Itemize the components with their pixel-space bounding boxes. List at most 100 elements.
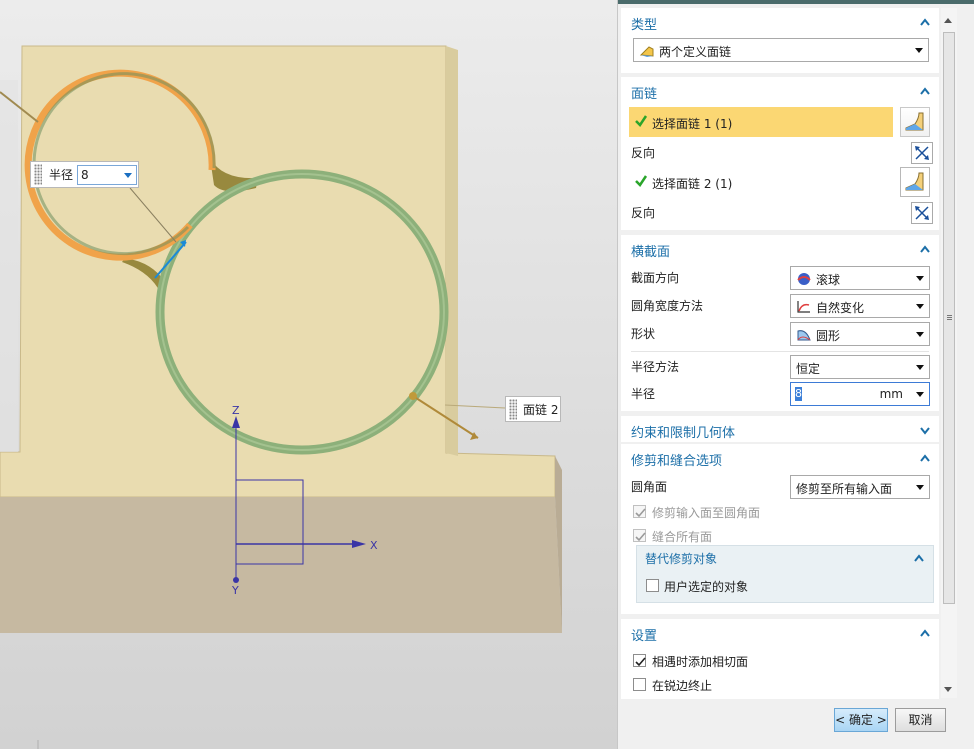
alternate-trim-title: 替代修剪对象: [645, 552, 718, 566]
face-blend-dialog: 类型 两个定义面链 面链 选择面链 1 (1) 反向 选择面链 2 (1) 反向…: [617, 0, 974, 749]
face-select-button-1[interactable]: [900, 107, 930, 137]
alternate-trim-subgroup: 替代修剪对象 用户选定的对象: [636, 545, 934, 603]
width-method-value: 自然变化: [816, 301, 865, 315]
radius-method-value: 恒定: [796, 362, 821, 376]
reverse-direction-icon: [915, 146, 929, 160]
check-icon: [634, 174, 648, 188]
fillet-face-label: 圆角面: [631, 480, 668, 494]
settings-group-header[interactable]: 设置: [621, 619, 939, 645]
reverse-1-label: 反向: [631, 146, 656, 160]
chevron-down-icon[interactable]: [916, 304, 924, 309]
collapse-chevron-icon[interactable]: [920, 453, 930, 463]
trim-sew-group: 修剪和缝合选项 圆角面 修剪至所有输入面 修剪输入面至圆角面 缝合所有面 替代修…: [621, 444, 939, 614]
collapse-chevron-icon[interactable]: [920, 17, 930, 27]
radius-method-dropdown[interactable]: 恒定: [790, 355, 930, 379]
type-group-header[interactable]: 类型: [621, 8, 939, 34]
trim-input-checkbox[interactable]: [633, 505, 646, 518]
chevron-down-icon[interactable]: [916, 392, 924, 397]
two-chain-blend-icon: [639, 43, 655, 58]
collapse-chevron-icon[interactable]: [920, 244, 930, 254]
scroll-thumb[interactable]: [943, 32, 955, 604]
fillet-face-dropdown[interactable]: 修剪至所有输入面: [790, 475, 930, 499]
section-direction-dropdown[interactable]: 滚球: [790, 266, 930, 290]
face-chain-group-header[interactable]: 面链: [621, 77, 939, 103]
scroll-up-icon[interactable]: [944, 18, 952, 23]
radius-input-value: 8: [795, 387, 802, 401]
radius-input[interactable]: 8 mm: [790, 382, 930, 406]
face-select-icon: [905, 172, 924, 191]
type-dropdown[interactable]: 两个定义面链: [633, 38, 929, 62]
trim-sew-group-title: 修剪和缝合选项: [631, 454, 723, 469]
graphics-viewport[interactable]: Z X Y 半径 8 面链 2: [0, 0, 617, 749]
chevron-down-icon[interactable]: [916, 332, 924, 337]
reverse-direction-button-2[interactable]: [911, 202, 933, 224]
radius-label: 半径: [631, 387, 656, 401]
dialog-scrollbar[interactable]: [941, 8, 957, 698]
shape-label: 形状: [631, 327, 656, 341]
face-chain-group-title: 面链: [631, 87, 658, 102]
stop-sharp-checkbox[interactable]: [633, 678, 646, 691]
trim-sew-group-header[interactable]: 修剪和缝合选项: [621, 444, 939, 470]
radius-unit: mm: [879, 387, 903, 401]
width-method-dropdown[interactable]: 自然变化: [790, 294, 930, 318]
collapse-chevron-icon[interactable]: [914, 553, 924, 563]
section-direction-label: 截面方向: [631, 271, 680, 285]
part-model[interactable]: Z X Y: [0, 0, 617, 749]
type-group: 类型 两个定义面链: [621, 8, 939, 73]
collapse-chevron-icon[interactable]: [920, 86, 930, 96]
radius-callout-input[interactable]: 8: [77, 164, 138, 185]
select-chain-1-row[interactable]: 选择面链 1 (1): [629, 107, 893, 137]
chain-2-callout-label: 面链 2: [523, 402, 559, 417]
type-group-title: 类型: [631, 18, 658, 33]
constraint-group: 约束和限制几何体: [621, 416, 939, 442]
add-tangent-label: 相遇时添加相切面: [652, 655, 749, 669]
chevron-down-icon[interactable]: [916, 485, 924, 490]
select-chain-2-row[interactable]: 选择面链 2 (1): [629, 167, 893, 197]
select-chain-1-label: 选择面链 1 (1): [652, 117, 733, 131]
section-direction-value: 滚球: [816, 273, 841, 287]
add-tangent-checkbox[interactable]: [633, 654, 646, 667]
scroll-down-icon[interactable]: [944, 687, 952, 692]
sew-all-checkbox[interactable]: [633, 529, 646, 542]
z-axis-label: Z: [232, 404, 240, 417]
drag-grip-icon[interactable]: [34, 164, 42, 185]
cross-section-group-title: 横截面: [631, 245, 671, 260]
user-selected-checkbox[interactable]: [646, 579, 659, 592]
dialog-footer: < 确定 > 取消: [618, 700, 974, 749]
stop-sharp-label: 在锐边终止: [652, 679, 713, 693]
select-chain-2-label: 选择面链 2 (1): [652, 177, 733, 191]
ok-button[interactable]: < 确定 >: [834, 708, 888, 732]
cross-section-group-header[interactable]: 横截面: [621, 235, 939, 261]
section-divider: [631, 351, 929, 352]
chevron-down-icon[interactable]: [916, 276, 924, 281]
user-selected-label: 用户选定的对象: [664, 580, 749, 594]
dropdown-arrow-icon[interactable]: [124, 172, 133, 178]
face-chain-group: 面链 选择面链 1 (1) 反向 选择面链 2 (1) 反向: [621, 77, 939, 230]
constraint-group-header[interactable]: 约束和限制几何体: [621, 416, 939, 442]
shape-dropdown[interactable]: 圆形: [790, 322, 930, 346]
rolling-ball-icon: [796, 271, 812, 286]
reverse-direction-button-1[interactable]: [911, 142, 933, 164]
check-icon: [634, 114, 648, 128]
settings-group: 设置 相遇时添加相切面 在锐边终止: [621, 619, 939, 699]
expand-chevron-icon[interactable]: [920, 425, 930, 435]
x-axis-label: X: [370, 539, 378, 552]
chevron-down-icon[interactable]: [915, 48, 923, 53]
radius-method-label: 半径方法: [631, 360, 680, 374]
radius-callout-value: 8: [81, 167, 89, 182]
trim-input-label: 修剪输入面至圆角面: [652, 506, 761, 520]
checkmark-icon: [635, 508, 646, 518]
face-select-icon: [905, 112, 924, 131]
sew-all-label: 缝合所有面: [652, 530, 713, 544]
face-select-button-2[interactable]: [900, 167, 930, 197]
radius-callout-label: 半径: [49, 168, 74, 182]
circular-shape-icon: [796, 327, 812, 342]
fillet-face-value: 修剪至所有输入面: [796, 482, 893, 496]
reverse-2-label: 反向: [631, 206, 656, 220]
settings-group-title: 设置: [631, 629, 658, 644]
cancel-button[interactable]: 取消: [895, 708, 946, 732]
reverse-direction-icon: [915, 206, 929, 220]
collapse-chevron-icon[interactable]: [920, 628, 930, 638]
chevron-down-icon[interactable]: [916, 365, 924, 370]
drag-grip-icon[interactable]: [509, 398, 517, 420]
